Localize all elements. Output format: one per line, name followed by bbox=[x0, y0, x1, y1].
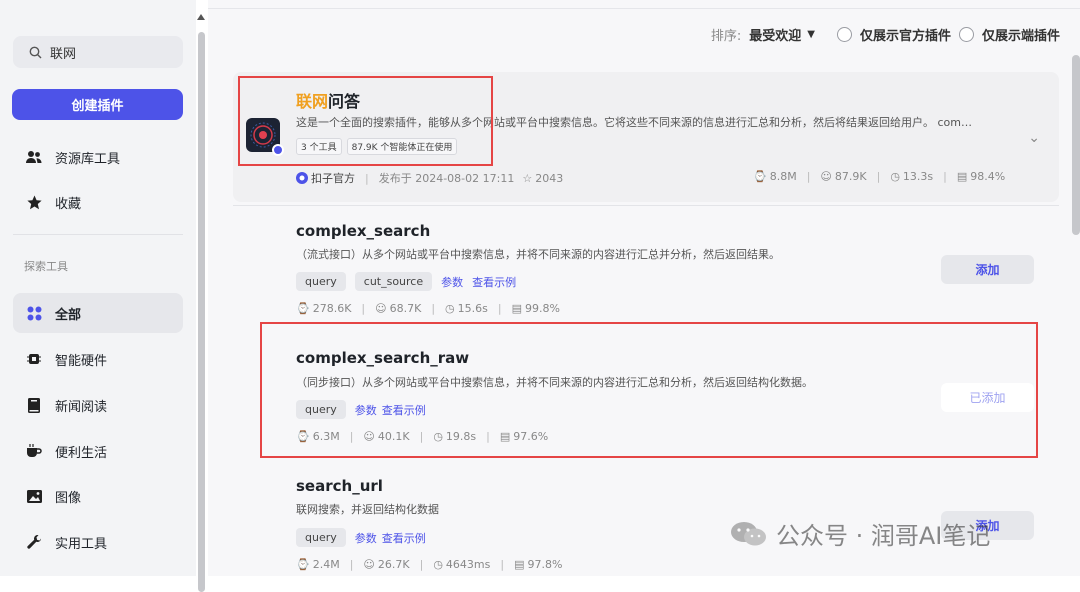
watermark: 公众号 · 润哥AI笔记 bbox=[728, 516, 990, 551]
success-icon: ▤ bbox=[956, 170, 968, 183]
divider bbox=[233, 205, 1059, 206]
sort-label: 排序: bbox=[710, 29, 742, 44]
sidebar-item-label: 实用工具 bbox=[55, 536, 108, 552]
param-tag: query bbox=[296, 272, 346, 291]
tool-description: 联网搜索，并返回结构化数据 bbox=[296, 503, 439, 516]
calls-count: 278.6K bbox=[312, 302, 352, 315]
star-count: 2043 bbox=[535, 171, 564, 185]
search-icon bbox=[29, 46, 42, 58]
client-only-label[interactable]: 仅展示端插件 bbox=[982, 25, 1060, 44]
wechat-icon bbox=[731, 521, 766, 545]
plugin-meta: 扣子官方 | 发布于 2024-08-02 17:11 ☆ 2043 bbox=[296, 170, 563, 186]
sidebar-item-label: 收藏 bbox=[55, 196, 82, 212]
avg-time: 15.6s bbox=[457, 302, 488, 315]
success-rate: 98.4% bbox=[970, 170, 1006, 183]
bots-count: 68.7K bbox=[389, 302, 422, 315]
bots-count: 26.7K bbox=[377, 558, 410, 571]
clock-icon: ◷ bbox=[433, 558, 443, 571]
sort-dropdown[interactable]: 最受欢迎 bbox=[749, 25, 801, 44]
section-label: 探索工具 bbox=[24, 260, 68, 273]
image-icon bbox=[26, 488, 42, 504]
bot-icon: ☺ bbox=[363, 558, 375, 571]
star-icon bbox=[26, 194, 42, 210]
sidebar-item-image[interactable]: 图像 bbox=[13, 476, 183, 516]
bot-icon: ☺ bbox=[820, 170, 832, 183]
example-link[interactable]: 查看示例 bbox=[472, 274, 516, 290]
param-tag: cut_source bbox=[354, 272, 433, 291]
bots-count: 87.9K bbox=[834, 170, 867, 183]
author: 扣子官方 bbox=[311, 172, 355, 185]
tool-description: （流式接口）从多个网站或平台中搜索信息，并将不同来源的内容进行汇总并分析，然后返… bbox=[296, 248, 780, 261]
sidebar-item-life[interactable]: 便利生活 bbox=[13, 431, 183, 471]
sidebar-item-label: 新闻阅读 bbox=[55, 399, 108, 415]
divider bbox=[13, 234, 183, 235]
sidebar-item-library[interactable]: 资源库工具 bbox=[13, 137, 183, 177]
avg-time: 13.3s bbox=[902, 170, 934, 183]
annotation-box bbox=[238, 76, 493, 166]
tool-name: complex_search bbox=[296, 222, 431, 240]
chevron-down-icon[interactable]: ⌄ bbox=[1028, 130, 1040, 146]
wrench-icon bbox=[26, 534, 42, 550]
tool-name: search_url bbox=[296, 477, 383, 495]
client-only-radio[interactable] bbox=[958, 27, 974, 42]
sidebar-scrollbar[interactable] bbox=[196, 0, 208, 592]
scroll-up-arrow-icon[interactable] bbox=[197, 14, 205, 20]
search-input[interactable]: 联网 bbox=[13, 36, 183, 68]
tool-stats: ⌚ 2.4M | ☺ 26.7K | ◷ 4643ms | ▤ 97.8% bbox=[296, 558, 563, 571]
avg-time: 4643ms bbox=[445, 558, 491, 571]
official-only-label[interactable]: 仅展示官方插件 bbox=[860, 25, 951, 44]
scrollbar-thumb[interactable] bbox=[198, 32, 205, 592]
users-icon bbox=[26, 149, 42, 165]
sidebar-item-label: 智能硬件 bbox=[55, 353, 108, 369]
calls-count: 2.4M bbox=[312, 558, 340, 571]
create-plugin-button[interactable]: 创建插件 bbox=[12, 89, 183, 120]
main-content: 排序: 最受欢迎 ▼ 仅展示官方插件 仅展示端插件 联网问答 这是一个全面的搜索… bbox=[208, 0, 1080, 576]
sidebar-item-news[interactable]: 新闻阅读 bbox=[13, 385, 183, 425]
chip-icon bbox=[26, 351, 42, 367]
calls-icon: ⌚ bbox=[296, 302, 310, 315]
param-tag: query bbox=[296, 528, 346, 547]
sidebar-item-utilities[interactable]: 实用工具 bbox=[13, 522, 183, 562]
sidebar-item-label: 图像 bbox=[55, 490, 82, 506]
clock-icon: ◷ bbox=[445, 302, 455, 315]
bot-icon: ☺ bbox=[375, 302, 387, 315]
params-link[interactable]: 参数 bbox=[355, 530, 377, 546]
grid-icon bbox=[26, 305, 42, 321]
star-icon[interactable]: ☆ bbox=[522, 172, 532, 185]
watermark-text: 公众号 · 润哥AI笔记 bbox=[776, 522, 991, 550]
tool-params: query 参数 查看示例 bbox=[296, 528, 426, 547]
success-icon: ▤ bbox=[511, 302, 523, 315]
official-icon bbox=[296, 172, 308, 184]
calls-icon: ⌚ bbox=[296, 558, 310, 571]
annotation-box bbox=[260, 322, 1038, 458]
official-only-radio[interactable] bbox=[836, 27, 852, 42]
filter-bar: 排序: 最受欢迎 ▼ 仅展示官方插件 仅展示端插件 bbox=[711, 25, 1060, 44]
add-button[interactable]: 添加 bbox=[941, 255, 1034, 284]
sidebar-item-favorites[interactable]: 收藏 bbox=[13, 182, 183, 222]
divider bbox=[208, 8, 1080, 9]
sidebar-item-label: 资源库工具 bbox=[55, 151, 121, 167]
example-link[interactable]: 查看示例 bbox=[382, 530, 426, 546]
content-scrollbar-thumb[interactable] bbox=[1072, 55, 1080, 235]
caret-down-icon[interactable]: ▼ bbox=[807, 29, 815, 40]
book-icon bbox=[26, 397, 42, 413]
sidebar: 联网 创建插件 资源库工具 收藏 探索工具 全部 智能硬件 新闻阅读 便利生活 … bbox=[0, 0, 196, 576]
calls-count: 8.8M bbox=[769, 170, 797, 183]
publish-date: 发布于 2024-08-02 17:11 bbox=[378, 172, 515, 185]
sidebar-item-hardware[interactable]: 智能硬件 bbox=[13, 339, 183, 379]
search-value: 联网 bbox=[50, 46, 77, 62]
params-link[interactable]: 参数 bbox=[441, 274, 463, 290]
success-rate: 99.8% bbox=[525, 302, 560, 315]
success-icon: ▤ bbox=[514, 558, 525, 571]
sidebar-item-label: 便利生活 bbox=[55, 445, 108, 461]
plugin-stats: ⌚ 8.8M | ☺ 87.9K | ◷ 13.3s | ▤ 98.4% bbox=[753, 170, 1006, 183]
tool-stats: ⌚ 278.6K | ☺ 68.7K | ◷ 15.6s | ▤ 99.8% bbox=[296, 302, 560, 315]
success-rate: 97.8% bbox=[527, 558, 563, 571]
clock-icon: ◷ bbox=[890, 170, 900, 183]
coffee-icon bbox=[26, 443, 42, 459]
sidebar-item-all[interactable]: 全部 bbox=[13, 293, 183, 333]
tool-params: query cut_source 参数 查看示例 bbox=[296, 272, 516, 291]
sidebar-item-label: 全部 bbox=[55, 307, 82, 323]
calls-icon: ⌚ bbox=[753, 170, 767, 183]
